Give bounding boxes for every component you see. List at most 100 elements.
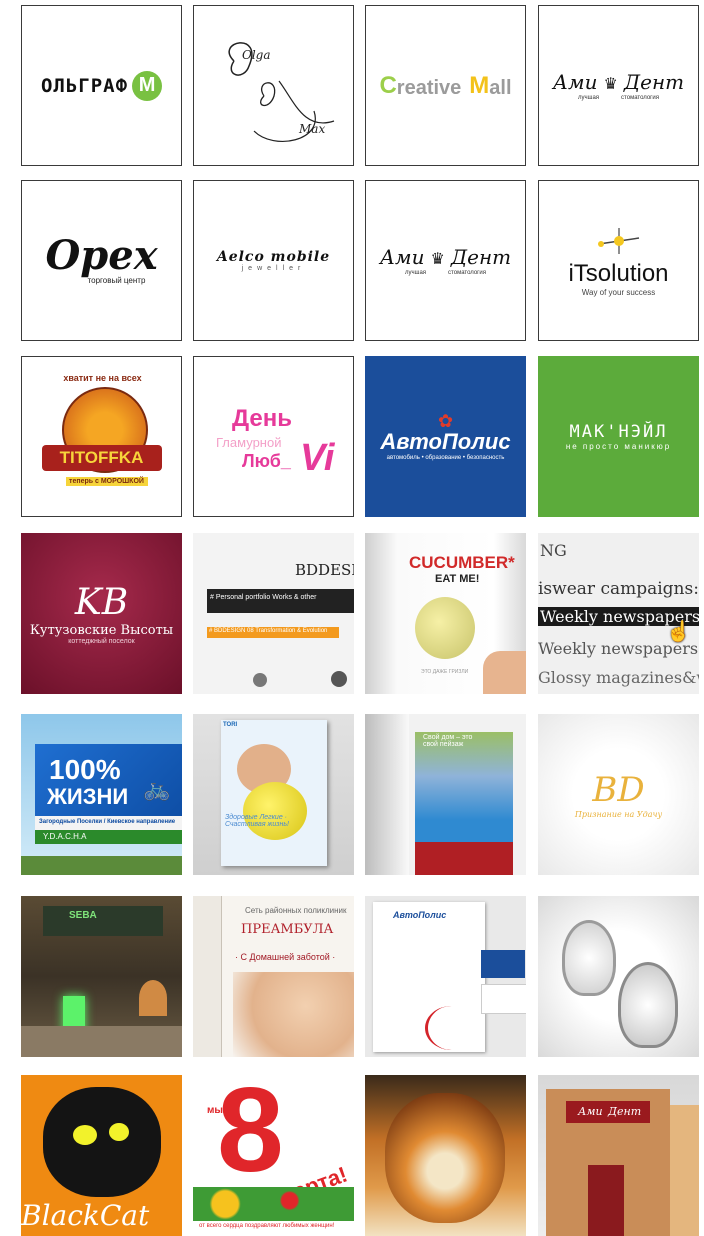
march8-pre: мы [207, 1105, 223, 1116]
floor [21, 1026, 182, 1057]
portfolio-tile-creative-mall[interactable]: C reative M all [365, 5, 526, 166]
billboard-big2: ЖИЗНИ [47, 784, 129, 809]
portfolio-tile-den-glamur[interactable]: День Гламурной Люб_ Vi [193, 356, 354, 517]
tori-brand: TORI [223, 722, 238, 728]
stationery-swoosh [425, 1006, 478, 1050]
store-sign-text: SEBA [69, 910, 97, 921]
satellite-icon [597, 228, 639, 254]
bicycle-icon: 🚲 [143, 776, 171, 801]
cucumber-title: CUCUMBER* [409, 553, 515, 572]
dent-text: Дент [450, 245, 512, 269]
kutuzov-monogram: KB [74, 582, 129, 623]
titoffka-name: TITOFFKA [59, 447, 144, 467]
portfolio-tile-itsolution[interactable]: iTsolution Way of your success [538, 180, 699, 341]
maknail-logo-text: МАК'НЭЙЛ [569, 422, 668, 442]
olgraf-logo-text: ОЛЬГРАФ [40, 74, 129, 97]
ami-dent-sub1: лучшая [405, 270, 427, 276]
portfolio-tile-store[interactable]: Ами Дент [538, 1075, 699, 1236]
billboard-grass [21, 856, 182, 875]
portfolio-tile-kutuzov[interactable]: KB Кутузовские Высоты коттеджный поселок [21, 533, 182, 694]
portfolio-tile-jewelry[interactable] [538, 896, 699, 1057]
ami-text: Ами [552, 70, 598, 94]
portfolio-tile-maknail[interactable]: МАК'НЭЙЛ не просто маникюр [538, 356, 699, 517]
cat-eye-left [73, 1125, 97, 1145]
itsolution-sub: Way of your success [581, 288, 656, 297]
cat-eye-right [109, 1123, 129, 1141]
billboard-brand-text: Y.D.A.C.H.A [43, 832, 87, 841]
ami-dent-sub2: стоматология [621, 95, 659, 101]
flowers [193, 1187, 354, 1221]
portfolio-tile-tiger[interactable] [365, 1075, 526, 1236]
portfolio-tile-march8[interactable]: 8 мы марта! от всего сердца поздравляют … [193, 1075, 354, 1236]
svg-text:Olga: Olga [242, 48, 271, 62]
portfolio-tile-tori[interactable]: TORI Здоровые Легкие · Счастливая жизнь! [193, 714, 354, 875]
aelco-sub: jeweller [241, 265, 306, 272]
cucumber-caption: ЭТО ДАЖЕ ГРИЗЛИ [421, 669, 469, 675]
portfolio-tile-preambula[interactable]: Сеть районных поликлиник ПРЕАМБУЛА · С Д… [193, 896, 354, 1057]
kutuzov-title: Кутузовские Высоты [29, 623, 174, 638]
avtopolis-flower-icon: ✿ [437, 410, 454, 431]
earring-right [618, 962, 678, 1048]
bd-monogram: BD [592, 770, 645, 810]
bddesign-next-icon [331, 671, 347, 687]
portfolio-tile-avtopolis[interactable]: ✿ АвтоПолис автомобиль • образование • б… [365, 356, 526, 517]
billboard-road-text: Загородные Поселки / Киевское направлени… [39, 819, 176, 825]
preambula-booklet-edge [193, 896, 222, 1057]
np-line-1: iswear campaigns: [538, 579, 699, 599]
tooth-icon: ♛ [430, 249, 445, 268]
ami-dent-sub2: стоматология [448, 270, 486, 276]
portfolio-tile-cucumber[interactable]: CUCUMBER* EAT ME! ЭТО ДАЖЕ ГРИЗЛИ [365, 533, 526, 694]
march8-foot: от всего сердца поздравляют любимых женщ… [199, 1223, 335, 1229]
store-sign [43, 906, 163, 936]
earring-left [562, 920, 616, 996]
svg-text:Max: Max [298, 122, 325, 136]
store-sign-text2: Дент [608, 1105, 642, 1118]
portfolio-tile-stationery[interactable]: АвтоПолис [365, 896, 526, 1057]
portfolio-tile-olgraf[interactable]: ОЛЬГРАФ M [21, 5, 182, 166]
portfolio-tile-bd-monogram[interactable]: BD Признание на Удачу [538, 714, 699, 875]
bddesign-prev-icon [253, 673, 267, 687]
aelco-logo-text: Aelco mobile [216, 249, 331, 265]
titoffka-arc: хватит не на всех [63, 372, 142, 383]
opex-sub: торговый центр [87, 276, 146, 285]
cat-text: BlackCat [21, 1199, 150, 1232]
ami-text: Ами [379, 245, 425, 269]
portfolio-tile-aelco[interactable]: Aelco mobile jeweller [193, 180, 354, 341]
portfolio-tile-cat[interactable]: BlackCat [21, 1075, 182, 1236]
store-door [588, 1165, 624, 1236]
preambula-top: Сеть районных поликлиник [245, 906, 347, 915]
portfolio-tile-titoffka[interactable]: хватит не на всех TITOFFKA теперь с МОРО… [21, 356, 182, 517]
olga-max-logo: Olga Max [227, 41, 334, 142]
portfolio-tile-newspapers[interactable]: NG iswear campaigns: Weekly newspapers ☝… [538, 533, 699, 694]
np-line-0: NG [540, 541, 567, 560]
portfolio-tile-ami-dent[interactable]: Ами ♛ Дент лучшая стоматология [538, 5, 699, 166]
opex-logo-text: Opex [45, 232, 158, 279]
store-side-building [670, 1105, 699, 1236]
portfolio-tile-olga-max[interactable]: Olga Max [193, 5, 354, 166]
black-cat-shape [43, 1087, 161, 1197]
cucumber-image [415, 597, 475, 659]
portfolio-tile-opex[interactable]: Opex торговый центр [21, 180, 182, 341]
portfolio-tile-doors[interactable]: Свой дом – это свой пейзаж [365, 714, 526, 875]
tooth-icon: ♛ [603, 74, 618, 93]
business-card [481, 950, 525, 978]
doors-text: Свой дом – это свой пейзаж [423, 734, 473, 748]
avtopolis-sub: автомобиль • образование • безопасность [386, 454, 505, 461]
olgraf-m-icon: M [132, 70, 163, 101]
doors-photo [415, 732, 513, 842]
bddesign-nav-text: # Personal portfolio Works & other [210, 594, 317, 601]
kutuzov-sub: коттеджный поселок [68, 638, 135, 645]
portfolio-tile-billboard[interactable]: 100% ЖИЗНИ 🚲 Загородные Поселки / Киевск… [21, 714, 182, 875]
np-line-3: Weekly newspapers [538, 639, 699, 658]
billboard-brand-strip: Y.D.A.C.H.A [35, 830, 182, 844]
mall-text: all [489, 76, 512, 99]
portfolio-tile-sbera[interactable]: SEBA [21, 896, 182, 1057]
portfolio-tile-bddesign[interactable]: BDDESIGN # Personal portfolio Works & ot… [193, 533, 354, 694]
creative-c-letter: C [379, 71, 397, 99]
march8-number: 8 [217, 1075, 284, 1197]
store-sign-text1: Ами [578, 1105, 603, 1118]
portfolio-tile-ami-dent-2[interactable]: Ами ♛ Дент лучшая стоматология [365, 180, 526, 341]
np-line-4: Glossy magazines&w [538, 668, 699, 687]
business-card-back [481, 984, 526, 1014]
doors-footer [415, 842, 513, 875]
